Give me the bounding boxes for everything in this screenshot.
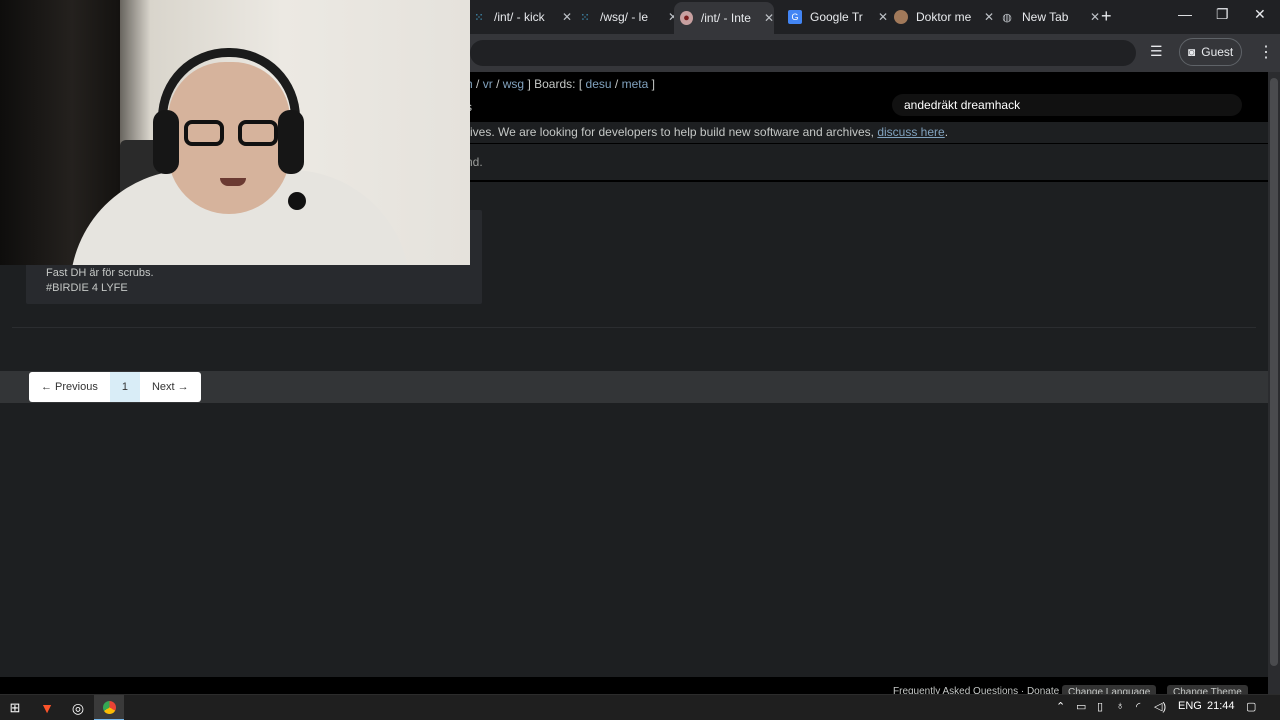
taskbar-obs[interactable]: ◎ (63, 695, 93, 720)
media-control-icon[interactable]: ☰ (1150, 43, 1163, 60)
post-text-line: #BIRDIE 4 LYFE (46, 282, 128, 294)
globe-favicon-icon: ◍ (1002, 11, 1012, 24)
volume-icon[interactable]: ◁) (1154, 700, 1166, 713)
microphone-icon[interactable]: ♁ (1116, 700, 1124, 712)
board-link-meta[interactable]: meta (622, 77, 649, 91)
discuss-link[interactable]: discuss here (877, 125, 944, 139)
close-tab-icon[interactable]: ✕ (764, 11, 774, 25)
windows-taskbar: ⊞ ▼ ◎ ⌃ ▭ ▯ ♁ ◜ ◁) ENG 21:44 ▢ (0, 694, 1280, 720)
glasses-lens-right (238, 120, 278, 146)
chrome-icon (102, 700, 116, 714)
tab-label: /wsg/ - le (600, 10, 649, 24)
board-links: h / vr / wsg ] Boards: [ desu / meta ] (466, 77, 655, 91)
glasses-lens-left (184, 120, 224, 146)
page-scrollbar[interactable] (1268, 72, 1280, 694)
minimize-button[interactable]: — (1178, 6, 1192, 22)
next-page-button[interactable]: Next → (140, 372, 201, 402)
obs-icon: ◎ (71, 699, 85, 716)
webcam-overlay (0, 0, 470, 265)
close-tab-icon[interactable]: ✕ (984, 10, 994, 24)
cookie-favicon-icon (894, 10, 908, 24)
screen: ⁙ /int/ - kick ✕ ⁙ /wsg/ - le ✕ ● /int/ … (0, 0, 1280, 720)
board-link-wsg[interactable]: wsg (503, 77, 524, 91)
developer-notice: rives. We are looking for developers to … (466, 125, 948, 139)
post-text-line: Fast DH är för scrubs. (46, 267, 154, 279)
browser-menu-icon[interactable]: ⋮ (1258, 42, 1274, 62)
windows-logo-icon: ⊞ (9, 700, 21, 715)
footer-links[interactable]: Frequently Asked Questions · Donate (893, 686, 1059, 694)
brave-icon: ▼ (40, 700, 54, 716)
site-footer: Frequently Asked Questions · Donate Chan… (0, 677, 1268, 694)
tab-doktor[interactable]: Doktor me ✕ (888, 4, 994, 30)
change-language-button[interactable]: Change Language (1062, 685, 1157, 694)
notifications-icon[interactable]: ▢ (1246, 700, 1256, 713)
bracket: ] (527, 77, 531, 91)
profile-icon: ◙ (1188, 45, 1196, 59)
taskbar-brave[interactable]: ▼ (32, 695, 62, 720)
notice-end: . (944, 125, 949, 139)
tab-label: /int/ - Inte (700, 11, 751, 25)
board-link-desu[interactable]: desu (586, 77, 612, 91)
device-icon[interactable]: ▯ (1097, 700, 1103, 713)
webcam-glasses (184, 120, 280, 150)
translate-favicon-icon: G (788, 10, 802, 24)
address-bar[interactable] (470, 40, 1136, 66)
clock[interactable]: 21:44 (1207, 700, 1235, 712)
slash: / (614, 77, 619, 91)
previous-page-button[interactable]: ← Previous (29, 372, 110, 402)
boards-label: Boards: (534, 77, 576, 91)
divider (12, 327, 1256, 328)
notice-text: rives. We are looking for developers to … (466, 125, 878, 139)
pagination-bar: ← Previous 1 Next → (0, 371, 1268, 403)
profile-label: Guest (1201, 45, 1234, 59)
close-window-button[interactable]: ✕ (1254, 6, 1266, 23)
dots-favicon-icon: ⁙ (580, 11, 590, 24)
tab-label: Google Tr (810, 10, 863, 24)
current-page[interactable]: 1 (109, 372, 140, 402)
close-tab-icon[interactable]: ✕ (878, 10, 888, 24)
search-input[interactable]: andedräkt dreamhack (892, 94, 1242, 116)
headset-cup-left (153, 110, 179, 174)
tab-label: Doktor me (916, 10, 972, 24)
maximize-button[interactable]: ❐ (1216, 6, 1229, 23)
close-tab-icon[interactable]: ✕ (562, 10, 572, 24)
start-button[interactable]: ⊞ (0, 695, 30, 720)
webcam-mouth (220, 178, 246, 186)
slash: / (496, 77, 500, 91)
headset-mic (288, 192, 306, 210)
profile-button[interactable]: ◙ Guest (1179, 38, 1242, 66)
tab-google-translate[interactable]: G Google Tr ✕ (782, 4, 888, 30)
tab-int-kick[interactable]: ⁙ /int/ - kick ✕ (466, 4, 572, 30)
new-tab-button[interactable]: + (1101, 6, 1112, 27)
slash: / (476, 77, 480, 91)
desu-favicon-icon: ● (680, 11, 693, 25)
close-tab-icon[interactable]: ✕ (1090, 10, 1100, 24)
tab-wsg[interactable]: ⁙ /wsg/ - le ✕ (572, 4, 678, 30)
bracket: ] (651, 77, 655, 91)
tab-label: /int/ - kick (494, 10, 545, 24)
tab-int-active[interactable]: ● /int/ - Inte ✕ (674, 2, 774, 34)
taskbar-chrome[interactable] (94, 695, 124, 720)
bracket: [ (578, 77, 583, 91)
language-indicator[interactable]: ENG (1178, 700, 1202, 712)
network-icon[interactable]: ◜ (1136, 700, 1140, 713)
headset-cup-right (278, 110, 304, 174)
dots-favicon-icon: ⁙ (474, 11, 484, 24)
battery-icon[interactable]: ▭ (1076, 700, 1086, 713)
tab-new-tab[interactable]: ◍ New Tab ✕ (994, 4, 1100, 30)
tray-expand-icon[interactable]: ⌃ (1056, 700, 1065, 713)
change-theme-button[interactable]: Change Theme (1167, 685, 1248, 694)
scrollbar-thumb[interactable] (1270, 78, 1278, 666)
board-link-vr[interactable]: vr (483, 77, 493, 91)
tab-label: New Tab (1022, 10, 1069, 24)
pagination: ← Previous 1 Next → (29, 372, 201, 402)
